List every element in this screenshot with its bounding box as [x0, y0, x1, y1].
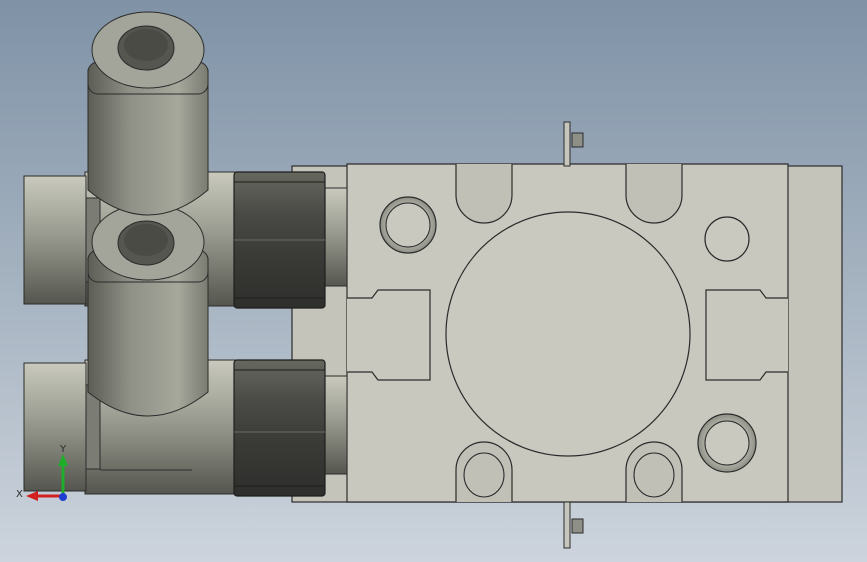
mount-hole-top-right[interactable] — [704, 216, 750, 262]
stub-lower — [324, 375, 348, 475]
axis-y-label: Y — [59, 444, 67, 455]
top-notch-right — [625, 164, 683, 224]
pin-bottom[interactable] — [563, 501, 584, 549]
mount-hole-bottom-right-inner — [704, 420, 750, 466]
hex-nut-lower[interactable] — [233, 359, 326, 497]
pin-top[interactable] — [563, 121, 584, 167]
cad-viewport[interactable]: Y X — [0, 0, 867, 562]
top-notch-left — [455, 164, 513, 224]
valve-body[interactable] — [291, 163, 843, 503]
left-groove — [347, 289, 431, 381]
central-bore[interactable] — [445, 211, 691, 457]
tube-fitting-upper[interactable] — [87, 11, 209, 216]
tube-fitting-lower[interactable] — [87, 203, 209, 417]
right-groove — [705, 289, 788, 381]
mount-hole-top-left-inner — [385, 202, 431, 248]
hex-nut-upper[interactable] — [233, 171, 326, 309]
axis-x-label: X — [16, 489, 23, 500]
stub-upper — [324, 187, 348, 287]
cad-model-view[interactable]: Y X — [0, 0, 867, 562]
